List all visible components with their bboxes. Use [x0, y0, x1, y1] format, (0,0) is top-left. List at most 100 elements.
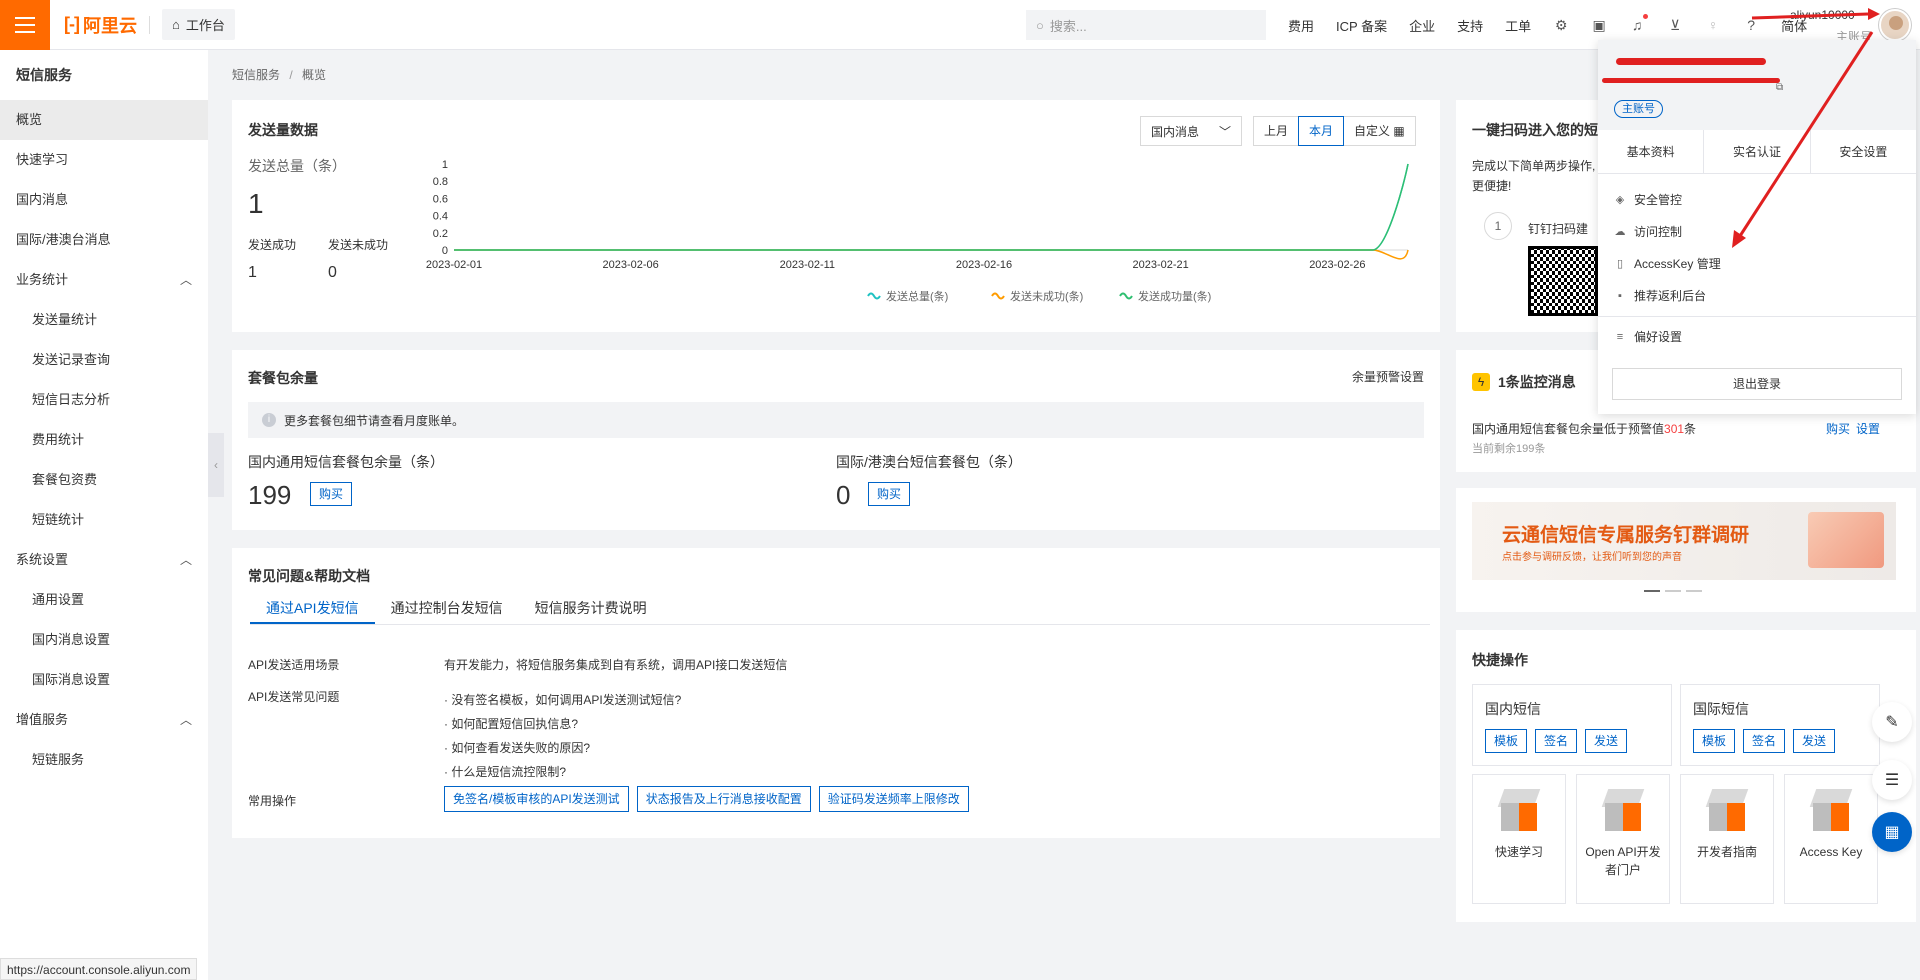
sidebar-item-intl-settings[interactable]: 国际消息设置: [0, 660, 208, 700]
monitor-settings-link[interactable]: 设置: [1856, 420, 1880, 437]
domestic-buy-button[interactable]: 购买: [310, 482, 353, 506]
segment-custom[interactable]: 自定义 ▦: [1343, 116, 1416, 146]
api-test-button[interactable]: 免签名/模板审核的API发送测试: [444, 786, 629, 812]
top-link-enterprise[interactable]: 企业: [1409, 16, 1435, 35]
period-segment: 上月 本月 自定义 ▦: [1253, 116, 1416, 146]
intl-buy-button[interactable]: 购买: [868, 482, 911, 506]
lightbulb-icon[interactable]: ♀: [1705, 17, 1721, 33]
breadcrumb-root[interactable]: 短信服务: [232, 68, 280, 82]
workbench-button[interactable]: ⌂ 工作台: [161, 9, 235, 40]
cart-icon[interactable]: ⊻: [1667, 17, 1683, 33]
survey-banner[interactable]: 云通信短信专属服务钉群调研 点击参与调研反馈，让我们听到您的声音: [1472, 502, 1896, 580]
top-link-ticket[interactable]: 工单: [1505, 16, 1531, 35]
shield-icon: ◈: [1615, 194, 1625, 206]
copy-icon[interactable]: ⧉: [1776, 82, 1783, 93]
menu-item-access-control[interactable]: ☁ 访问控制: [1598, 216, 1916, 248]
sidebar-group-settings[interactable]: 系统设置 ︿: [0, 540, 208, 580]
logout-button[interactable]: 退出登录: [1612, 368, 1902, 400]
cloud-shell-icon[interactable]: ⚙: [1553, 17, 1569, 33]
sidebar-item-fee-stats[interactable]: 费用统计: [0, 420, 208, 460]
chat-float-button[interactable]: ☰: [1872, 760, 1912, 800]
sidebar-item-quick-learn[interactable]: 快速学习: [0, 140, 208, 180]
menu-button[interactable]: [0, 0, 50, 50]
monitor-buy-link[interactable]: 购买: [1826, 420, 1850, 437]
region-select[interactable]: 国内消息 ﹀: [1140, 116, 1242, 146]
tab-api-send[interactable]: 通过API发短信: [250, 593, 375, 624]
card-title: 常见问题&帮助文档: [248, 568, 371, 584]
send-volume-chart: 0 0.2 0.4 0.6 0.8 1 2023-02-01 2023-02-06 2023-0…: [426, 159, 1409, 303]
faq-item[interactable]: · 什么是短信流控限制?: [444, 760, 681, 784]
series-line: [454, 163, 1409, 251]
sidebar-item-intl[interactable]: 国际/港澳台消息: [0, 220, 208, 260]
sidebar-item-domestic[interactable]: 国内消息: [0, 180, 208, 220]
tab-security[interactable]: 安全设置: [1811, 130, 1916, 173]
sidebar-item-send-stats[interactable]: 发送量统计: [0, 300, 208, 340]
sidebar-collapse-button[interactable]: ‹: [208, 433, 224, 497]
faq-item[interactable]: · 没有签名模板，如何调用API发送测试短信?: [444, 688, 681, 712]
status-report-button[interactable]: 状态报告及上行消息接收配置: [636, 786, 811, 812]
x-tick-label: 2023-02-06: [603, 259, 659, 271]
fail-label: 发送未成功: [328, 238, 389, 252]
y-tick-label: 0.8: [433, 176, 448, 188]
help-icon[interactable]: ?: [1743, 17, 1759, 33]
menu-item-security-control[interactable]: ◈ 安全管控: [1598, 184, 1916, 216]
faq-item[interactable]: · 如何配置短信回执信息?: [444, 712, 681, 736]
intl-send-button[interactable]: 发送: [1793, 729, 1836, 753]
tab-real-name[interactable]: 实名认证: [1704, 130, 1811, 173]
monitor-sub: 当前剩余199条: [1472, 443, 1546, 455]
success-label: 发送成功: [248, 238, 297, 252]
avatar[interactable]: [1879, 9, 1911, 41]
sidebar-item-send-records[interactable]: 发送记录查询: [0, 340, 208, 380]
menu-item-accesskey[interactable]: ▯ AccessKey 管理: [1598, 248, 1916, 280]
intl-template-button[interactable]: 模板: [1693, 729, 1736, 753]
tab-console-send[interactable]: 通过控制台发短信: [375, 593, 519, 624]
tile-quick-learn[interactable]: 快速学习: [1472, 774, 1566, 904]
sidebar-item-general-settings[interactable]: 通用设置: [0, 580, 208, 620]
search-input[interactable]: ○ 搜索...: [1026, 10, 1266, 40]
domestic-signature-button[interactable]: 签名: [1535, 729, 1578, 753]
sidebar-item-domestic-settings[interactable]: 国内消息设置: [0, 620, 208, 660]
segment-this-month[interactable]: 本月: [1298, 116, 1345, 146]
cube-icon: [1809, 789, 1853, 833]
sidebar-item-package-fee[interactable]: 套餐包资费: [0, 460, 208, 500]
success-value: 1: [248, 264, 257, 281]
quick-actions-card: 快捷操作 国内短信 模板 签名 发送 国际短信 模板 签名 发送 快速学习 Op…: [1456, 630, 1916, 922]
faq-card: 常见问题&帮助文档 通过API发短信 通过控制台发短信 短信服务计费说明 API…: [232, 548, 1440, 838]
menu-item-preferences[interactable]: ≡ 偏好设置: [1598, 321, 1916, 353]
apps-float-button[interactable]: ▦: [1872, 812, 1912, 852]
bell-icon[interactable]: ♫: [1629, 14, 1649, 33]
domestic-send-button[interactable]: 发送: [1585, 729, 1628, 753]
pencil-icon: ✎: [1885, 714, 1899, 731]
sidebar-item-overview[interactable]: 概览: [0, 100, 208, 140]
top-link-fee[interactable]: 费用: [1288, 16, 1314, 35]
sidebar-group-value-added[interactable]: 增值服务 ︿: [0, 700, 208, 740]
tab-basic-profile[interactable]: 基本资料: [1598, 130, 1705, 173]
cube-icon: [1497, 789, 1541, 833]
menu-item-referral[interactable]: ▪ 推荐返利后台: [1598, 280, 1916, 312]
tile-access-key[interactable]: Access Key: [1784, 774, 1878, 904]
faq-item[interactable]: · 如何查看发送失败的原因?: [444, 736, 681, 760]
terminal-icon[interactable]: ▣: [1591, 17, 1607, 33]
intl-signature-button[interactable]: 签名: [1743, 729, 1786, 753]
top-link-icp[interactable]: ICP 备案: [1336, 16, 1387, 35]
account-name[interactable]: aliyun10000: [1790, 8, 1855, 22]
top-link-support[interactable]: 支持: [1457, 16, 1483, 35]
sidebar-group-stats[interactable]: 业务统计 ︿: [0, 260, 208, 300]
segment-last-month[interactable]: 上月: [1253, 116, 1300, 146]
edit-float-button[interactable]: ✎: [1872, 702, 1912, 742]
sidebar-item-log-analysis[interactable]: 短信日志分析: [0, 380, 208, 420]
series-line: [454, 163, 1409, 251]
alert-settings-link[interactable]: 余量预警设置: [1352, 368, 1424, 385]
redaction-mark: [1602, 78, 1780, 83]
domestic-template-button[interactable]: 模板: [1485, 729, 1528, 753]
sidebar-item-shortlink-stats[interactable]: 短链统计: [0, 500, 208, 540]
logo[interactable]: [-] 阿里云: [64, 12, 137, 38]
bookmark-icon: ▪: [1618, 290, 1622, 302]
domestic-package-label: 国内通用短信套餐包余量（条）: [248, 454, 444, 470]
verify-freq-button[interactable]: 验证码发送频率上限修改: [818, 786, 969, 812]
sidebar-item-shortlink[interactable]: 短链服务: [0, 740, 208, 780]
tile-dev-guide[interactable]: 开发者指南: [1680, 774, 1774, 904]
tab-billing[interactable]: 短信服务计费说明: [519, 593, 663, 624]
tile-open-api[interactable]: Open API开发者门户: [1576, 774, 1670, 904]
card-title: 一键扫码进入您的短: [1472, 122, 1598, 138]
